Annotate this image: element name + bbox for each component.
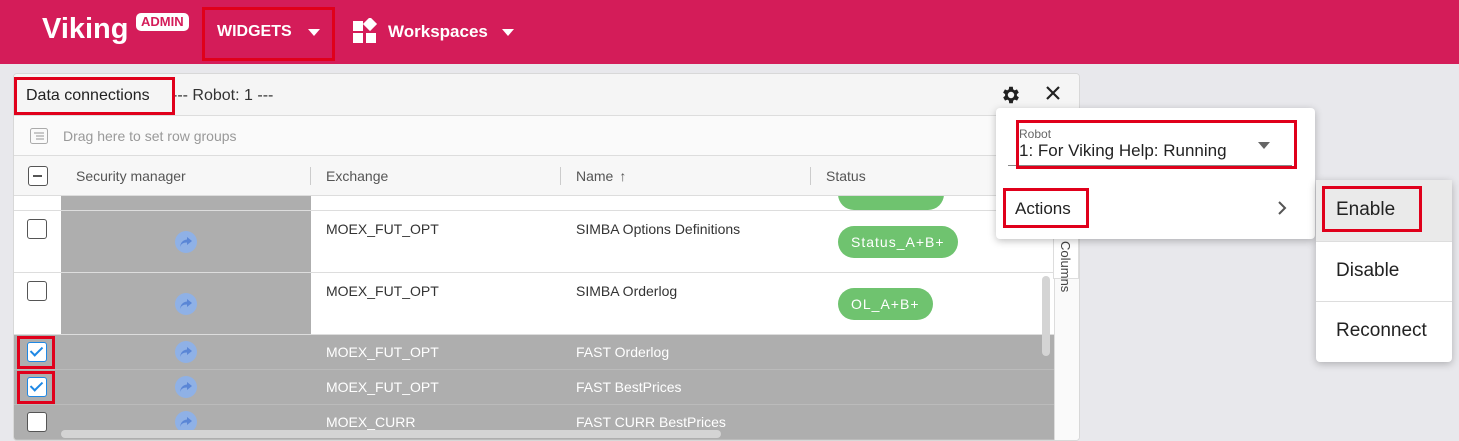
exchange-cell: MOEX_FUT_OPT	[326, 221, 439, 237]
disable-menu-label: Disable	[1336, 260, 1400, 281]
exchange-cell: MOEX_FUT_OPT	[326, 283, 439, 299]
chevron-right-icon	[1278, 201, 1287, 215]
gear-icon[interactable]	[1000, 84, 1022, 106]
workspaces-icon	[353, 18, 378, 43]
caret-down-icon	[502, 29, 514, 36]
column-resize-handle[interactable]	[810, 167, 811, 185]
reconnect-menu-label: Reconnect	[1336, 320, 1427, 341]
row-checkbox[interactable]	[27, 412, 47, 432]
name-cell: SIMBA Orderlog	[576, 283, 678, 299]
column-header-exchange[interactable]: Exchange	[326, 156, 388, 196]
highlight-data-connections	[14, 77, 175, 115]
name-cell: SIMBA Options Definitions	[576, 221, 741, 237]
table-row[interactable]: MOEX_FUT_OPT SIMBA Options Definitions S…	[14, 211, 1054, 273]
row-group-icon	[30, 128, 48, 144]
row-group-drop-zone[interactable]: Drag here to set row groups	[14, 116, 1079, 156]
grid-body: MOEX_FUT_OPT SIMBA Options Definitions S…	[14, 196, 1054, 440]
highlight-enable	[1322, 186, 1422, 232]
row-checkbox[interactable]	[27, 281, 47, 301]
column-header-security-manager[interactable]: Security manager	[76, 156, 186, 196]
highlight-checkbox-2	[17, 371, 55, 404]
vertical-scrollbar[interactable]	[1042, 276, 1050, 356]
columns-side-tab[interactable]: Columns	[1053, 236, 1079, 292]
close-icon[interactable]	[1042, 82, 1064, 104]
disable-menu-item[interactable]: Disable	[1316, 241, 1452, 302]
status-badge: OL_A+B+	[838, 288, 933, 320]
table-row[interactable]: MOEX_FUT_OPT SIMBA Orderlog OL_A+B+	[14, 273, 1054, 335]
share-icon[interactable]	[175, 376, 197, 398]
exchange-cell: MOEX_FUT_OPT	[326, 379, 439, 395]
horizontal-scrollbar[interactable]	[61, 430, 721, 438]
highlight-robot-select	[1016, 120, 1297, 169]
exchange-cell: MOEX_CURR	[326, 414, 416, 430]
admin-badge: ADMIN	[136, 13, 189, 31]
data-connections-widget: Data connections --- Robot: 1 --- Drag h…	[13, 73, 1080, 441]
table-row[interactable]: MOEX_FUT_OPT FAST BestPrices	[14, 370, 1054, 405]
table-row[interactable]: MOEX_FUT_OPT FAST Orderlog	[14, 335, 1054, 370]
exchange-cell: MOEX_FUT_OPT	[326, 344, 439, 360]
row-checkbox[interactable]	[27, 219, 47, 239]
columns-side-tab-label: Columns	[1058, 241, 1073, 293]
grid-header-row: Security manager Exchange Name ↑ Status	[14, 156, 1054, 196]
column-header-name-label: Name	[576, 168, 614, 184]
column-header-status[interactable]: Status	[826, 156, 866, 196]
status-badge	[838, 196, 944, 210]
highlight-widgets	[202, 7, 335, 61]
column-header-name[interactable]: Name ↑	[576, 156, 626, 196]
workspaces-menu-label: Workspaces	[388, 22, 488, 41]
reconnect-menu-item[interactable]: Reconnect	[1316, 301, 1452, 362]
column-resize-handle[interactable]	[310, 167, 311, 185]
status-badge: Status_A+B+	[838, 226, 958, 258]
widget-subtitle: --- Robot: 1 ---	[172, 87, 274, 104]
highlight-actions	[1003, 188, 1089, 228]
column-resize-handle[interactable]	[560, 167, 561, 185]
sort-ascending-icon: ↑	[619, 168, 627, 184]
name-cell: FAST BestPrices	[576, 379, 682, 395]
name-cell: FAST CURR BestPrices	[576, 414, 726, 430]
share-icon[interactable]	[175, 293, 197, 315]
share-icon[interactable]	[175, 341, 197, 363]
security-manager-cell	[61, 196, 311, 210]
table-row[interactable]	[14, 196, 1054, 211]
highlight-checkbox-1	[17, 336, 55, 369]
row-group-hint: Drag here to set row groups	[63, 128, 237, 144]
share-icon[interactable]	[175, 231, 197, 253]
name-cell: FAST Orderlog	[576, 344, 670, 360]
select-all-checkbox[interactable]	[28, 166, 48, 186]
brand-logo[interactable]: Viking	[42, 13, 129, 46]
